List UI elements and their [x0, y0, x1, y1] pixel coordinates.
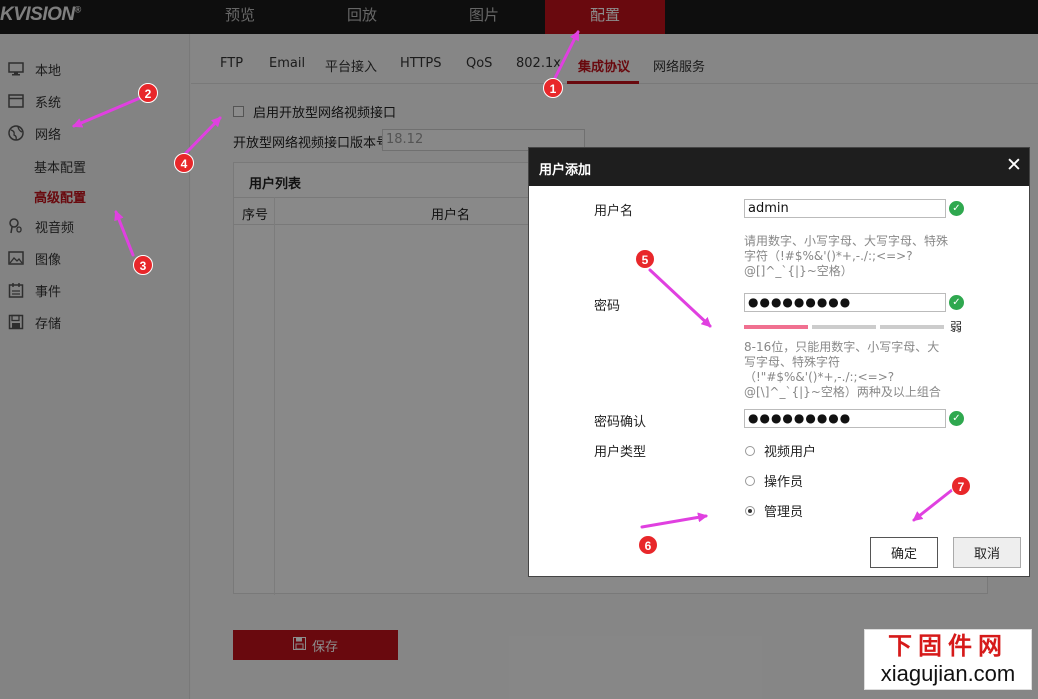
annotation-badge-6: 6 [638, 535, 658, 555]
watermark-title: 下固件网 [888, 632, 1008, 660]
annotation-badge-3: 3 [133, 255, 153, 275]
password-input[interactable]: ●●●●●●●●● [744, 293, 946, 312]
username-input[interactable]: admin [744, 199, 946, 218]
username-valid-icon: ✓ [949, 201, 964, 216]
password-strength-bar-3 [880, 325, 944, 329]
annotation-badge-5: 5 [635, 249, 655, 269]
password-hint: 8-16位，只能用数字、小写字母、大写字母、特殊字符（!"#$%&'()*+,-… [744, 340, 941, 399]
user-type-label: 用户类型 [594, 445, 647, 460]
site-watermark: 下固件网 xiagujian.com [864, 629, 1032, 690]
radio-operator[interactable] [745, 476, 755, 486]
username-label: 用户名 [594, 204, 634, 219]
annotation-badge-1: 1 [543, 78, 563, 98]
watermark-url: xiagujian.com [880, 661, 1016, 686]
confirm-button[interactable]: 确定 [870, 537, 938, 568]
dialog-header: 用户添加 ✕ [529, 148, 1029, 186]
radio-administrator[interactable] [745, 506, 755, 516]
annotation-badge-4: 4 [174, 153, 194, 173]
close-icon[interactable]: ✕ [1005, 156, 1023, 175]
password-strength-label: 弱 [950, 320, 963, 334]
username-hint: 请用数字、小写字母、大写字母、特殊字符（!#$%&'()*+,-./:;<=>?… [744, 234, 949, 278]
cancel-button[interactable]: 取消 [953, 537, 1021, 568]
password-label: 密码 [594, 299, 621, 314]
radio-label-video-user: 视频用户 [764, 445, 817, 460]
radio-video-user[interactable] [745, 446, 755, 456]
password-strength-bar-1 [744, 325, 808, 329]
confirm-password-valid-icon: ✓ [949, 411, 964, 426]
confirm-password-label: 密码确认 [594, 415, 647, 430]
radio-label-administrator: 管理员 [764, 505, 804, 520]
password-valid-icon: ✓ [949, 295, 964, 310]
password-strength-bar-2 [812, 325, 876, 329]
dialog-title: 用户添加 [539, 163, 592, 178]
annotation-badge-2: 2 [138, 83, 158, 103]
add-user-dialog: 用户添加 ✕ 用户名 admin ✓ 请用数字、小写字母、大写字母、特殊字符（!… [528, 147, 1030, 577]
annotation-badge-7: 7 [951, 476, 971, 496]
radio-label-operator: 操作员 [764, 475, 804, 490]
confirm-password-input[interactable]: ●●●●●●●●● [744, 409, 946, 428]
